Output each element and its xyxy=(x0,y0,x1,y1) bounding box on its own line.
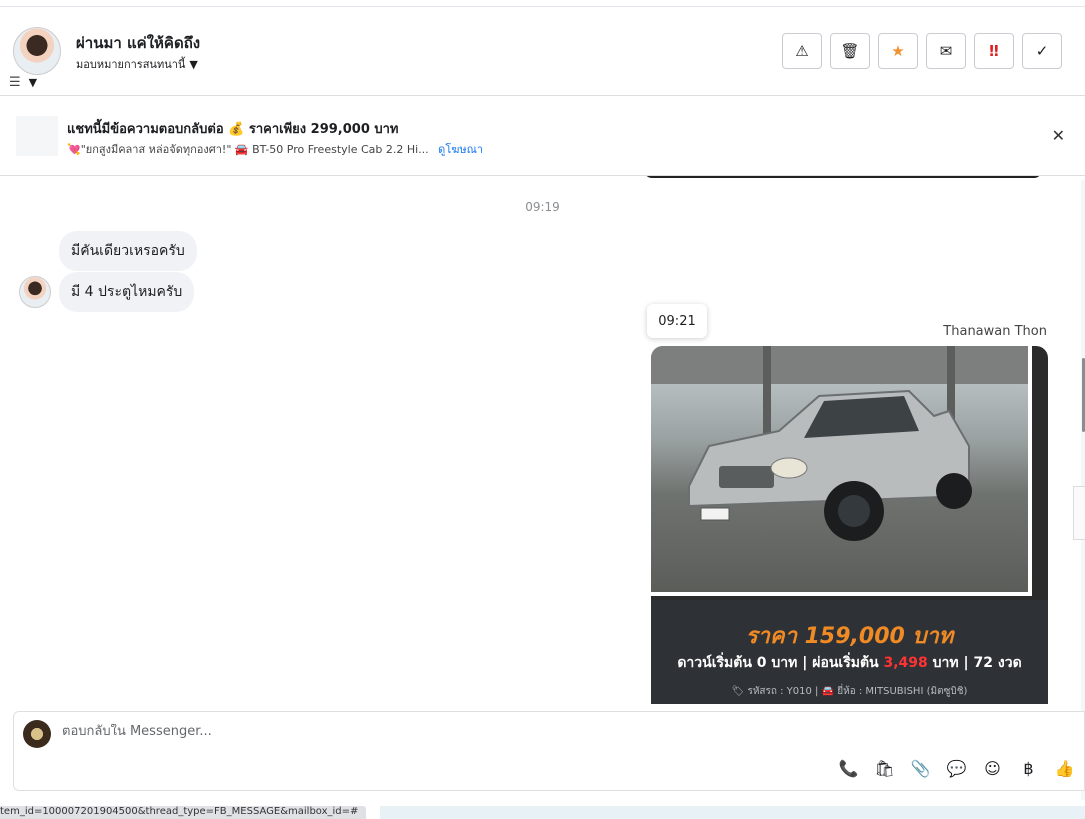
star-button[interactable]: ★ xyxy=(878,33,918,69)
close-icon[interactable]: ✕ xyxy=(1052,126,1065,145)
ad-reply-banner: แชทนี้มีข้อความตอบกลับต่อ 💰 ราคาเพียง 29… xyxy=(0,96,1085,176)
outgoing-image-message[interactable]: ราคา 159,000 บาท ดาวน์เริ่มต้น 0 บาท | ผ… xyxy=(651,346,1048,704)
car-photo xyxy=(651,346,1032,596)
saved-reply-icon[interactable]: 💬 xyxy=(947,759,967,778)
messenger-inbox: ผ่านมา แค่ให้คิดถึง มอบหมายการสนทนานี้ ▼… xyxy=(0,0,1085,819)
mark-unread-button[interactable]: ✉ xyxy=(926,33,966,69)
check-icon: ✓ xyxy=(1035,42,1049,60)
assign-conversation[interactable]: มอบหมายการสนทนานี้ ▼ xyxy=(76,55,198,73)
trash-icon: 🗑 xyxy=(840,42,860,60)
delete-button[interactable]: 🗑 xyxy=(830,33,870,69)
page-avatar xyxy=(23,720,51,748)
chevron-down-icon: ▼ xyxy=(189,57,198,71)
baht-icon[interactable]: ฿ xyxy=(1019,759,1038,778)
banner-subtitle: 💘"ยกสูงมีคลาส หล่อจัดทุกองศา!" 🚘 BT-50 P… xyxy=(67,140,483,158)
pickup-truck-image xyxy=(688,389,972,541)
side-panel-edge[interactable] xyxy=(1073,486,1085,540)
contact-name[interactable]: ผ่านมา แค่ให้คิดถึง xyxy=(76,31,200,55)
report-button[interactable]: ⚠ xyxy=(782,33,822,69)
previous-message-edge xyxy=(644,176,1042,178)
envelope-icon: ✉ xyxy=(939,42,953,60)
car-price: ราคา 159,000 บาท xyxy=(745,624,954,649)
mark-done-button[interactable]: ✓ xyxy=(1022,33,1062,69)
assign-label: มอบหมายการสนทนานี้ xyxy=(76,58,186,71)
urgent-icon: ‼ xyxy=(989,42,999,60)
monthly-payment: 3,498 xyxy=(883,655,928,671)
banner-ad-text: 💘"ยกสูงมีคลาส หล่อจัดทุกองศา!" 🚘 BT-50 P… xyxy=(67,143,429,156)
follow-up-button[interactable]: ‼ xyxy=(974,33,1014,69)
chevron-down-icon: ▼ xyxy=(28,76,38,89)
shopping-bag-icon[interactable]: 🛍 xyxy=(874,759,894,778)
incoming-message[interactable]: มีคันเดียวเหรอครับ xyxy=(59,231,197,271)
conversation-header: ผ่านมา แค่ให้คิดถึง มอบหมายการสนทนานี้ ▼… xyxy=(0,6,1085,96)
incoming-message[interactable]: มี 4 ประตูไหมครับ xyxy=(59,272,195,312)
reply-input[interactable] xyxy=(62,724,562,739)
warning-icon: ⚠ xyxy=(795,42,809,60)
finance-terms: ดาวน์เริ่มต้น 0 บาท | ผ่อนเริ่มต้น 3,498… xyxy=(677,655,1022,671)
conversation-actions: ⚠ 🗑 ★ ✉ ‼ ✓ xyxy=(782,33,1062,69)
car-code-line: 🏷 รหัสรถ : Y010 | 🚘 ยี่ห้อ : MITSUBISHI … xyxy=(731,686,968,697)
filter-control[interactable]: ☰ ▼ xyxy=(9,75,37,90)
bottom-strip xyxy=(380,806,1085,819)
time-divider: 09:19 xyxy=(525,200,560,214)
browser-status-url: tem_id=100007201904500&thread_type=FB_ME… xyxy=(0,806,367,819)
timestamp-tooltip: 09:21 xyxy=(647,304,707,338)
call-add-icon[interactable]: 📞 xyxy=(839,759,859,778)
message-thread[interactable]: 09:19 มีคันเดียวเหรอครับ มี 4 ประตูไหมคร… xyxy=(0,176,1085,704)
banner-title: แชทนี้มีข้อความตอบกลับต่อ 💰 ราคาเพียง 29… xyxy=(67,122,399,137)
sender-name: Thanawan Thon xyxy=(943,324,1047,339)
reply-composer: 📞 🛍 📎 💬 ☺ ฿ 👍 xyxy=(13,711,1085,791)
attachment-icon[interactable]: 📎 xyxy=(911,759,931,778)
contact-avatar-small xyxy=(19,276,51,308)
composer-tools: 📞 🛍 📎 💬 ☺ ฿ 👍 xyxy=(839,759,1075,778)
ad-thumbnail xyxy=(16,116,58,156)
sliders-icon: ☰ xyxy=(9,75,21,90)
view-ad-link[interactable]: ดูโฆษณา xyxy=(438,143,483,156)
thumbs-up-icon[interactable]: 👍 xyxy=(1055,759,1075,778)
star-icon: ★ xyxy=(891,42,905,60)
emoji-icon[interactable]: ☺ xyxy=(983,759,1002,778)
price-panel: ราคา 159,000 บาท ดาวน์เริ่มต้น 0 บาท | ผ… xyxy=(651,600,1048,704)
contact-avatar[interactable] xyxy=(13,27,61,75)
